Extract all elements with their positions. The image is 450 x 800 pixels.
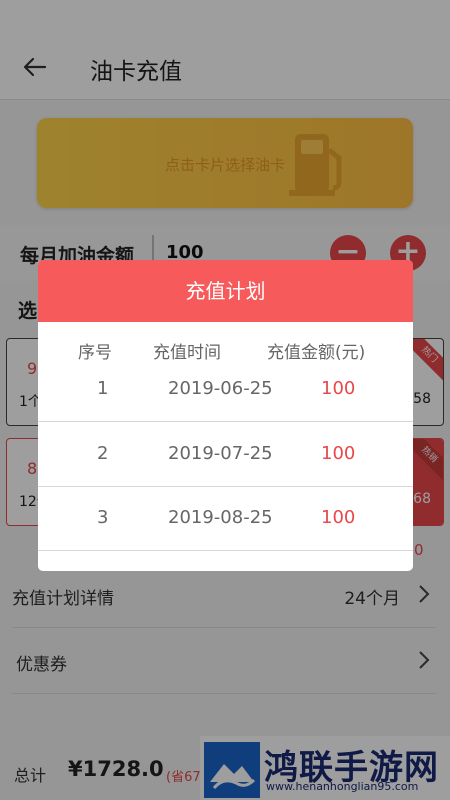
row-amount: 100 (321, 443, 356, 464)
row-amount: 100 (321, 507, 356, 528)
row-date: 2019-08-25 (168, 507, 273, 528)
table-row: 2 2019-07-25 100 (38, 423, 413, 487)
modal-title: 充值计划 (38, 260, 413, 322)
row-index: 3 (97, 507, 109, 528)
table-row: 1 2019-06-25 100 (38, 358, 413, 422)
table-row: 3 2019-08-25 100 (38, 487, 413, 551)
row-index: 1 (97, 378, 109, 399)
row-date: 2019-06-25 (168, 378, 273, 399)
row-index: 2 (97, 443, 109, 464)
row-date: 2019-07-25 (168, 443, 273, 464)
row-amount: 100 (321, 378, 356, 399)
recharge-plan-modal: 充值计划 序号 充值时间 充值金额(元) 1 2019-06-25 100 2 … (38, 260, 413, 571)
